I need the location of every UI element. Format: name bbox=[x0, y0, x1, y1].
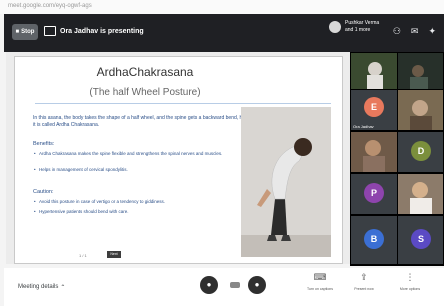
participant-tile[interactable] bbox=[351, 53, 397, 89]
participant-tile[interactable]: P bbox=[351, 174, 397, 214]
browser-strip: meet.google.com/eyq-ogwf-ags bbox=[0, 0, 444, 14]
header-actions: ⚇ ✉ ✦ bbox=[393, 26, 436, 37]
slide-next-tag[interactable]: Next bbox=[107, 251, 121, 258]
pinned-avatar bbox=[329, 21, 341, 33]
participants-icon[interactable]: ⚇ bbox=[393, 26, 401, 37]
participant-avatar: B bbox=[364, 229, 384, 249]
control-bar: Meeting details ⌃ ● ● ⌨ Turn on captions… bbox=[4, 268, 444, 306]
slide-divider bbox=[35, 103, 331, 104]
present-now-button[interactable]: ⇪ Present now bbox=[344, 272, 384, 291]
presentation-area: ArdhaChakrasana (The half Wheel Posture)… bbox=[6, 52, 350, 264]
more-options-button[interactable]: ⋮ More options bbox=[390, 272, 430, 291]
slide-intro: In this asana, the body takes the shape … bbox=[33, 115, 254, 128]
participant-tile[interactable]: E Ora Jadhav bbox=[351, 90, 397, 130]
benefit-item: Ardha Chakrasana makes the spine flexibl… bbox=[34, 151, 229, 157]
participant-avatar: S bbox=[411, 229, 431, 249]
participant-avatar: D bbox=[411, 141, 431, 161]
stop-icon: ■ bbox=[15, 29, 20, 35]
caution-heading: Caution: bbox=[33, 189, 54, 195]
participant-video bbox=[398, 53, 443, 89]
more-icon: ⋮ bbox=[405, 272, 415, 282]
participant-tile[interactable] bbox=[398, 90, 443, 130]
pose-figure bbox=[241, 107, 331, 257]
stop-presenting-button[interactable]: ■ Stop bbox=[12, 24, 38, 40]
present-icon: ⇪ bbox=[360, 272, 368, 282]
caution-item: Avoid this posture in case of vertigo or… bbox=[34, 199, 229, 205]
stop-label: Stop bbox=[21, 29, 35, 35]
slide-pager: 1 / 1 bbox=[79, 253, 87, 258]
activities-icon[interactable]: ✦ bbox=[428, 26, 436, 37]
presenter-status: Ora Jadhav is presenting bbox=[44, 26, 144, 36]
captions-label: Turn on captions bbox=[307, 287, 333, 291]
participant-avatar: E bbox=[364, 97, 384, 117]
participant-tile[interactable] bbox=[351, 132, 397, 172]
participant-tile[interactable]: B bbox=[351, 216, 397, 264]
caution-item: Hypertensive patients should bend with c… bbox=[34, 209, 229, 215]
mic-button[interactable]: ● bbox=[200, 276, 218, 294]
camera-button[interactable]: ● bbox=[248, 276, 266, 294]
participant-tile[interactable]: S bbox=[398, 216, 443, 264]
meeting-header: ■ Stop Ora Jadhav is presenting Pushkar … bbox=[4, 14, 444, 52]
participant-avatar: P bbox=[364, 183, 384, 203]
participant-name: Ora Jadhav bbox=[353, 124, 374, 129]
pose-photo bbox=[241, 107, 331, 257]
mic-icon: ● bbox=[206, 280, 212, 289]
meeting-details-label: Meeting details bbox=[18, 284, 59, 290]
benefits-heading: Benefits: bbox=[33, 141, 55, 147]
slide-subtitle: (The half Wheel Posture) bbox=[89, 87, 201, 98]
slide: ArdhaChakrasana (The half Wheel Posture)… bbox=[14, 56, 343, 264]
chevron-up-icon: ⌃ bbox=[60, 285, 66, 291]
presenter-text: Ora Jadhav is presenting bbox=[60, 27, 144, 35]
participant-tile[interactable]: D bbox=[398, 132, 443, 172]
camera-icon: ● bbox=[254, 280, 260, 289]
present-label: Present now bbox=[354, 287, 374, 291]
end-call-button[interactable] bbox=[230, 282, 240, 288]
benefit-item: Helps in management of cervical spondyli… bbox=[34, 167, 229, 173]
participant-video bbox=[351, 53, 397, 89]
tab-text: meet.google.com/eyq-ogwf-ags bbox=[8, 3, 92, 9]
chat-icon[interactable]: ✉ bbox=[411, 26, 419, 37]
participant-video bbox=[351, 132, 397, 172]
participant-video bbox=[398, 90, 443, 130]
participant-grid: E Ora Jadhav D P B S bbox=[350, 52, 444, 266]
participant-tile[interactable] bbox=[398, 174, 443, 214]
captions-icon: ⌨ bbox=[313, 272, 327, 282]
meeting-details-button[interactable]: Meeting details ⌃ bbox=[18, 284, 65, 291]
captions-button[interactable]: ⌨ Turn on captions bbox=[300, 272, 340, 291]
participant-tile[interactable] bbox=[398, 53, 443, 89]
participant-video bbox=[398, 174, 443, 214]
slide-title: ArdhaChakrasana bbox=[96, 65, 194, 79]
more-label: More options bbox=[399, 287, 421, 291]
presenting-icon bbox=[44, 26, 56, 36]
